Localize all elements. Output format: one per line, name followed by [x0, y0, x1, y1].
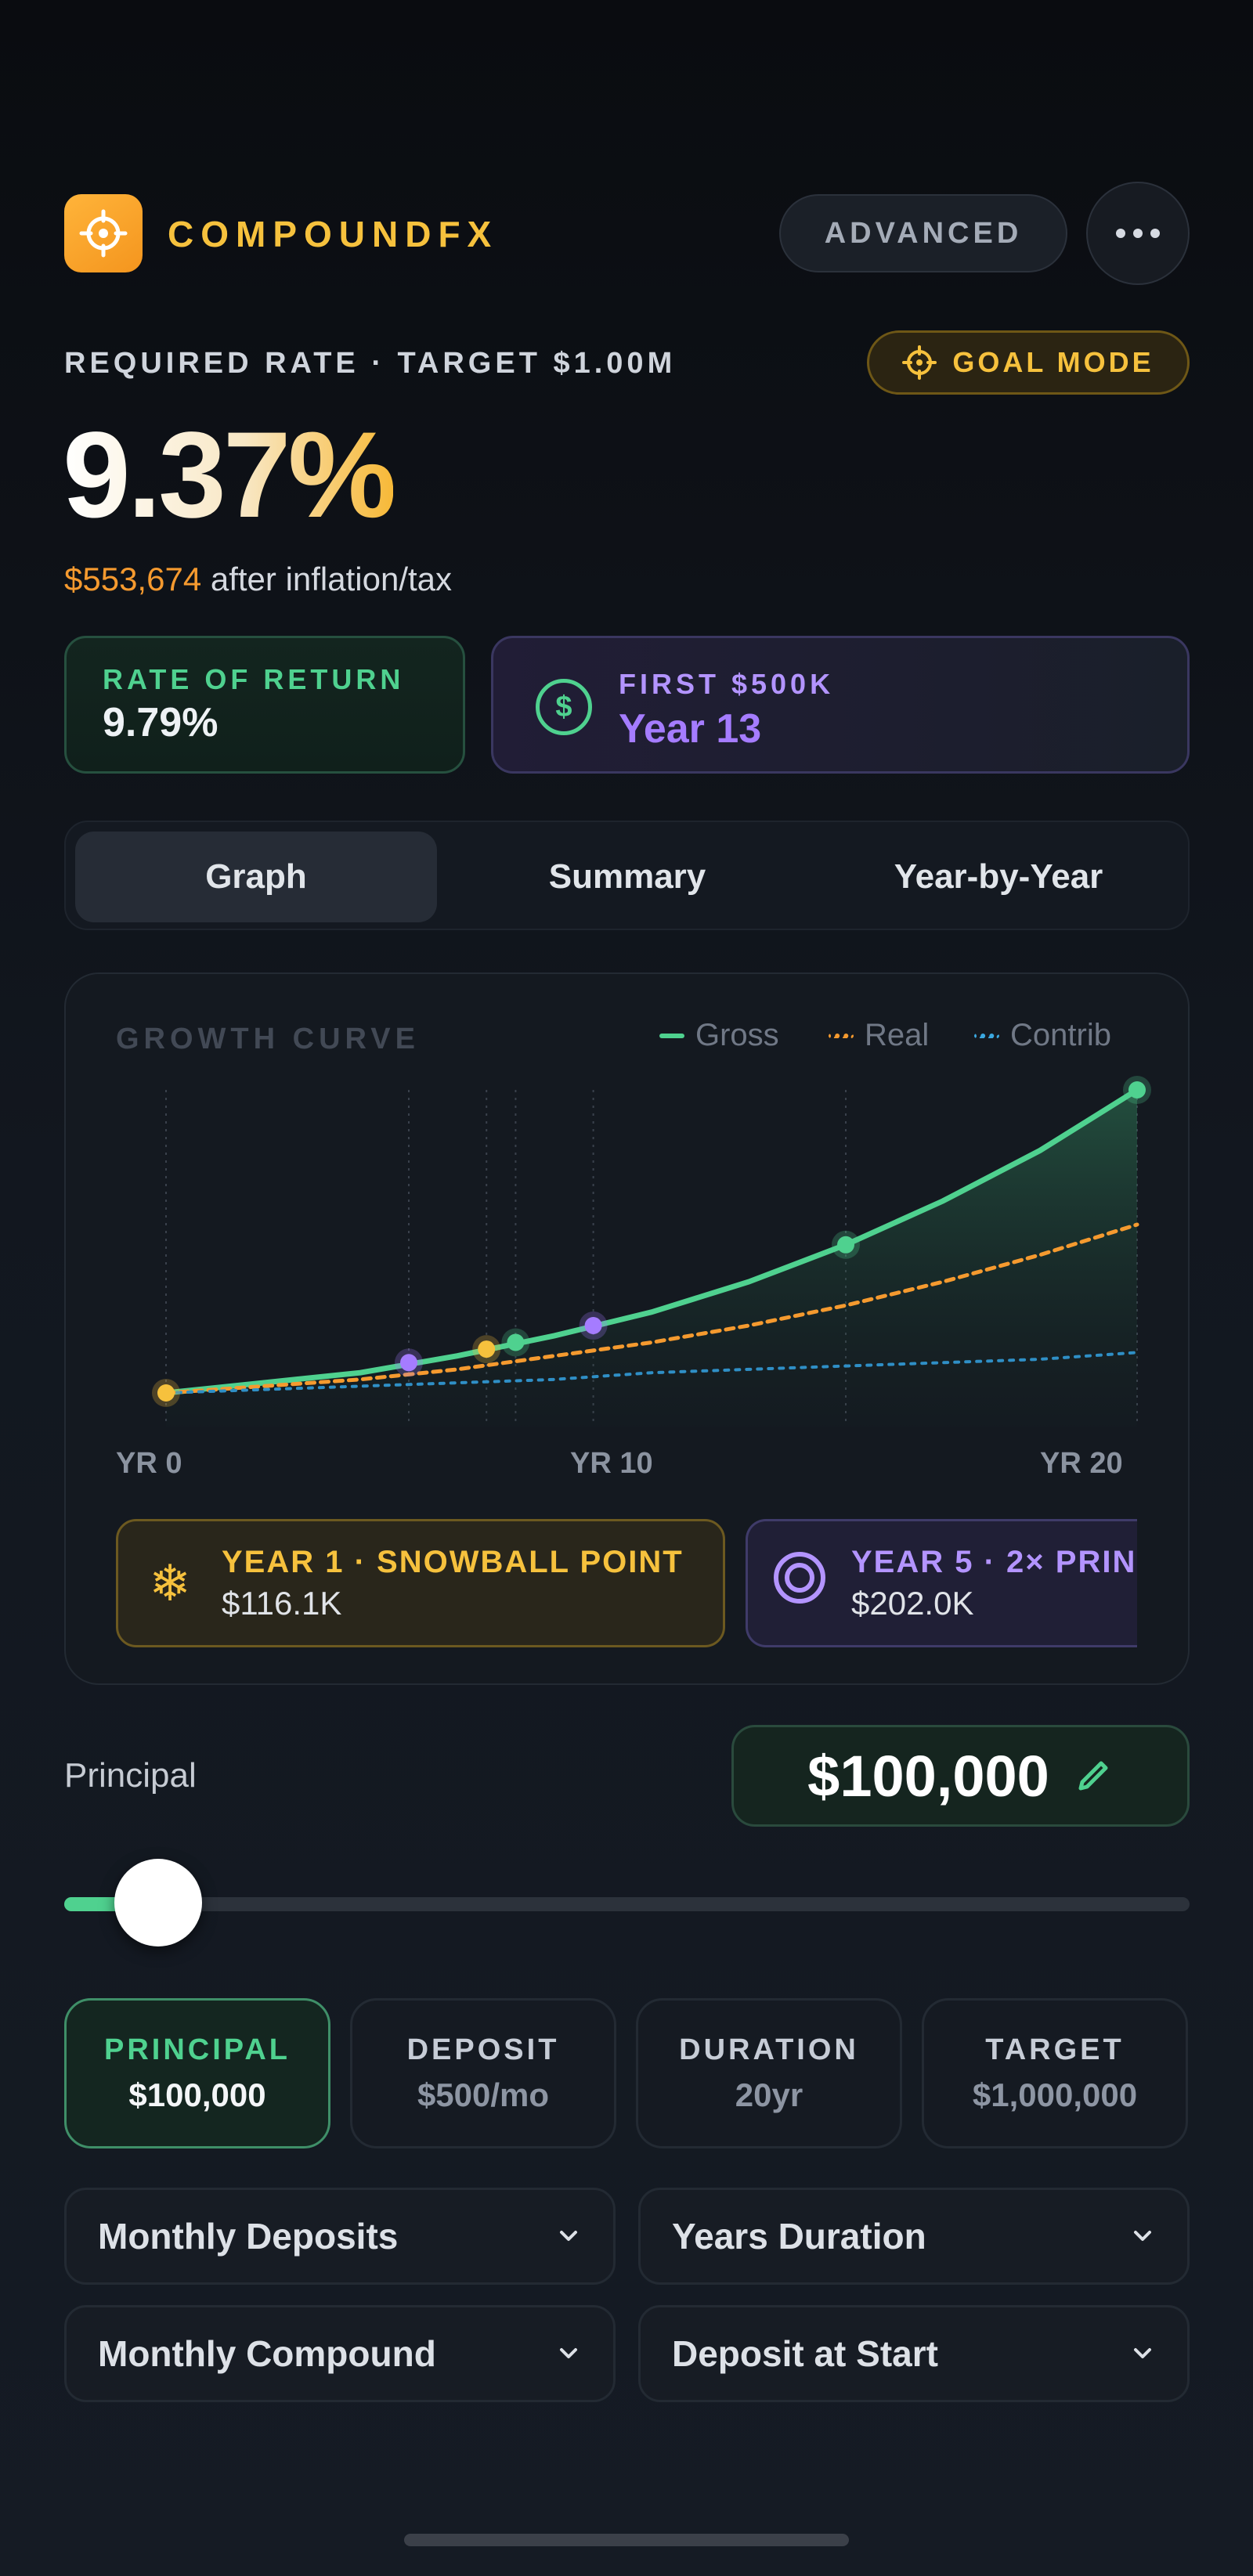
growth-chart	[152, 1076, 1151, 1427]
chip-label: DURATION	[679, 2033, 859, 2066]
chip-value: $100,000	[128, 2076, 266, 2113]
milestone-title: YEAR 1 · SNOWBALL POINT	[222, 1544, 684, 1579]
chart-point	[478, 1340, 496, 1358]
dropdown-deposit-frequency[interactable]: Monthly Deposits	[64, 2188, 616, 2285]
chip-value: $500/mo	[417, 2076, 550, 2113]
dropdown-label: Years Duration	[672, 2216, 926, 2257]
x-tick-label: YR 10	[570, 1447, 653, 1480]
chevron-down-icon	[1134, 2231, 1151, 2241]
chip-target[interactable]: TARGET $1,000,000	[922, 1998, 1188, 2148]
chevron-down-icon	[560, 2231, 577, 2241]
milestone-title: YEAR 5 · 2× PRIN	[851, 1544, 1137, 1579]
milestone-card-snowball[interactable]: ❄ YEAR 1 · SNOWBALL POINT $116.1K	[116, 1519, 725, 1647]
chart-point	[1128, 1081, 1146, 1099]
chip-label: PRINCIPAL	[104, 2033, 291, 2066]
chip-duration[interactable]: DURATION 20yr	[636, 1998, 902, 2148]
chevron-down-icon	[1134, 2348, 1151, 2358]
chip-principal[interactable]: PRINCIPAL $100,000	[64, 1998, 330, 2148]
x-tick-label: YR 20	[1040, 1447, 1123, 1480]
dropdown-label: Monthly Deposits	[98, 2216, 399, 2257]
dropdown-deposit-timing[interactable]: Deposit at Start	[638, 2305, 1190, 2402]
principal-slider-thumb[interactable]	[114, 1859, 202, 1946]
principal-value-field[interactable]: $100,000	[731, 1725, 1190, 1827]
milestone-card-double[interactable]: YEAR 5 · 2× PRIN $202.0K	[746, 1519, 1137, 1647]
chip-value: $1,000,000	[972, 2076, 1138, 2113]
chip-label: TARGET	[985, 2033, 1125, 2066]
principal-label: Principal	[64, 1756, 197, 1795]
chart-point	[400, 1354, 417, 1372]
dropdown-duration-unit[interactable]: Years Duration	[638, 2188, 1190, 2285]
milestone-value: $116.1K	[222, 1584, 342, 1622]
milestone-value: $202.0K	[851, 1584, 974, 1622]
chip-label: DEPOSIT	[406, 2033, 560, 2066]
chart-point	[584, 1317, 602, 1334]
chip-deposit[interactable]: DEPOSIT $500/mo	[350, 1998, 616, 2148]
chart-point	[157, 1384, 175, 1402]
snowflake-icon: ❄	[149, 1554, 191, 1611]
principal-slider-track[interactable]	[64, 1897, 1190, 1911]
dropdown-label: Monthly Compound	[98, 2333, 436, 2374]
pencil-icon	[1078, 1761, 1108, 1791]
chevron-down-icon	[560, 2348, 577, 2358]
home-indicator[interactable]	[404, 2534, 849, 2546]
target-icon	[748, 1550, 851, 1618]
dropdown-compound-frequency[interactable]: Monthly Compound	[64, 2305, 616, 2402]
dropdown-label: Deposit at Start	[672, 2333, 938, 2374]
chart-point	[507, 1333, 525, 1351]
chip-value: 20yr	[735, 2076, 803, 2113]
principal-value: $100,000	[807, 1743, 1049, 1809]
chart-point	[837, 1236, 854, 1254]
x-tick-label: YR 0	[116, 1447, 182, 1480]
